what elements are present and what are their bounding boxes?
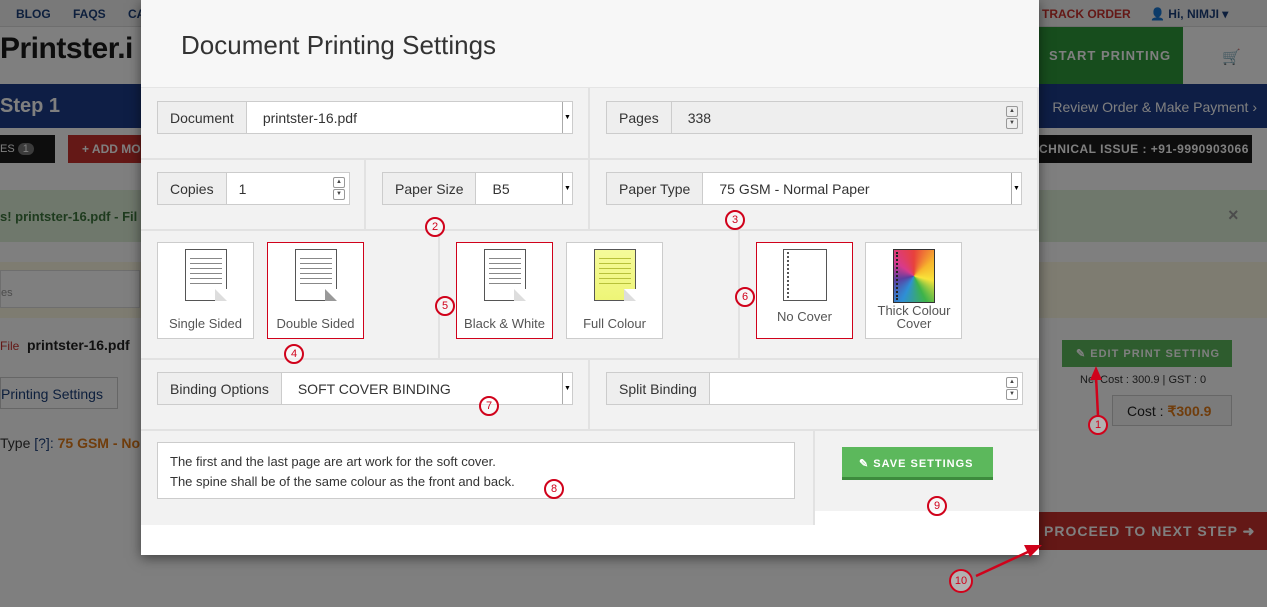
annotation-badge-8: 8 [544, 479, 564, 499]
annotation-badge-5: 5 [435, 296, 455, 316]
annotation-badge-2: 2 [425, 217, 445, 237]
annotation-badge-1: 1 [1088, 415, 1108, 435]
annotation-badge-6: 6 [735, 287, 755, 307]
annotation-arrows [975, 366, 1102, 578]
annotation-badge-9: 9 [927, 496, 947, 516]
annotation-badge-4: 4 [284, 344, 304, 364]
annotation-badge-7: 7 [479, 396, 499, 416]
annotation-badge-3: 3 [725, 210, 745, 230]
annotation-badge-10: 10 [949, 569, 973, 593]
